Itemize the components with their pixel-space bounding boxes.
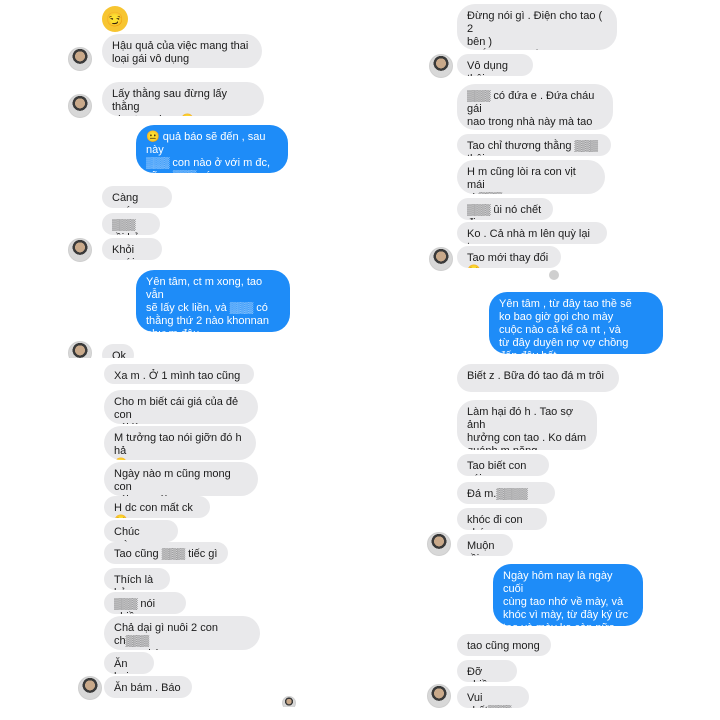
message-bubble: Biết z . Bữa đó tao đá m trôi <box>457 364 619 392</box>
message-bubble: Muộn rồi <box>457 534 513 556</box>
message-bubble: Vui chết▒▒▒ <box>457 686 529 708</box>
message-bubble: Chúc mừng <box>104 520 178 542</box>
message-bubble: Yên tâm, ct m xong, tao vẫn sẽ lấy ck li… <box>136 270 290 332</box>
chat-panel-bottom-right: Biết z . Bữa đó tao đá m trôi Làm hại đó… <box>425 362 685 712</box>
message-bubble: ▒▒▒ ûi nó chết đi <box>457 198 553 220</box>
message-bubble: Tao mới thay đổi 😏 <box>457 246 561 268</box>
chat-panel-top-right: Đừng nói gì . Điện cho tao ( 2 bên ) Nhắ… <box>425 0 685 358</box>
avatar <box>68 47 92 71</box>
message-bubble: Chả dại gì nuôi 2 con ch▒▒▒ trong nhà <box>104 616 260 650</box>
avatar <box>429 247 453 271</box>
chat-panel-bottom-left: Xa m . Ở 1 mình tao cũng hp Cho m biết c… <box>72 362 342 707</box>
message-bubble: Yên tâm , từ đây tao thề sẽ ko bao giờ g… <box>489 292 663 354</box>
message-bubble: Ăn hại <box>104 652 154 674</box>
message-bubble: Ngày nào m cũng mong con gái con gái <box>104 462 258 496</box>
message-bubble: Ăn bám . Báo . <box>104 676 192 698</box>
message-bubble: Khỏi cưới <box>102 238 162 260</box>
avatar <box>427 532 451 556</box>
message-bubble: Ngày hôm nay là ngày cuối cùng tao nhớ v… <box>493 564 643 626</box>
message-bubble: Cho m biết cái giá của đẻ con gái là z <box>104 390 258 424</box>
avatar <box>427 684 451 708</box>
message-bubble: ▒▒▒ có đứa e . Đứa cháu gái nao trong nh… <box>457 84 613 130</box>
message-bubble: Vô dụng thôi <box>457 54 533 76</box>
avatar <box>429 54 453 78</box>
message-bubble: Xa m . Ở 1 mình tao cũng hp <box>104 364 254 384</box>
message-bubble: M tưởng tao nói giỡn đó h hả 😏 <box>104 426 256 460</box>
message-bubble: Ko . Cả nhà m lên quỳ lại tao <box>457 222 607 244</box>
message-bubble: Hậu quả của việc mang thai loại gái vô d… <box>102 34 262 68</box>
avatar <box>68 341 92 358</box>
message-bubble: Đỡ phiền <box>457 660 517 682</box>
message-bubble: Đừng nói gì . Điện cho tao ( 2 bên ) Nhắ… <box>457 4 617 50</box>
message-bubble: 😐 quả báo sẽ đến , sau này ▒▒▒ con nào ở… <box>136 125 288 173</box>
message-bubble: H m cũng lòi ra con vịt mái ch▒▒▒ <box>457 160 605 194</box>
message-bubble: ▒▒▒ nói nhiều <box>104 592 186 614</box>
message-bubble: Tao cũng ▒▒▒ tiếc gì m <box>104 542 228 564</box>
avatar <box>68 238 92 262</box>
smirk-emoji-icon: 😏 <box>102 6 128 32</box>
message-bubble: khóc đi con chó <box>457 508 547 530</box>
message-bubble: Lấy thằng sau đừng lấy thằng như tao nhe… <box>102 82 264 116</box>
message-bubble: ▒▒▒ rồi bỏ <box>102 213 160 235</box>
message-bubble: Ok <box>102 344 134 358</box>
message-bubble: tao cũng mong z <box>457 634 551 656</box>
message-bubble: Làm hại đó h . Tao sợ ảnh hưởng con tao … <box>457 400 597 450</box>
message-bubble: Tao chỉ thương thằng ▒▒▒ thôi <box>457 134 611 156</box>
message-bubble: Thích là bỏ <box>104 568 170 590</box>
seen-indicator-icon <box>549 270 559 280</box>
avatar <box>78 676 102 700</box>
message-bubble: Càng sướng <box>102 186 172 208</box>
message-bubble: Đá m.▒▒▒▒ <box>457 482 555 504</box>
message-bubble: Tao biết con gái <box>457 454 549 476</box>
avatar <box>282 696 296 707</box>
message-bubble: H dc con mất ck 😏 <box>104 496 210 518</box>
avatar <box>68 94 92 118</box>
chat-panel-top-left: 😏 Hậu quả của việc mang thai loại gái vô… <box>60 0 360 358</box>
